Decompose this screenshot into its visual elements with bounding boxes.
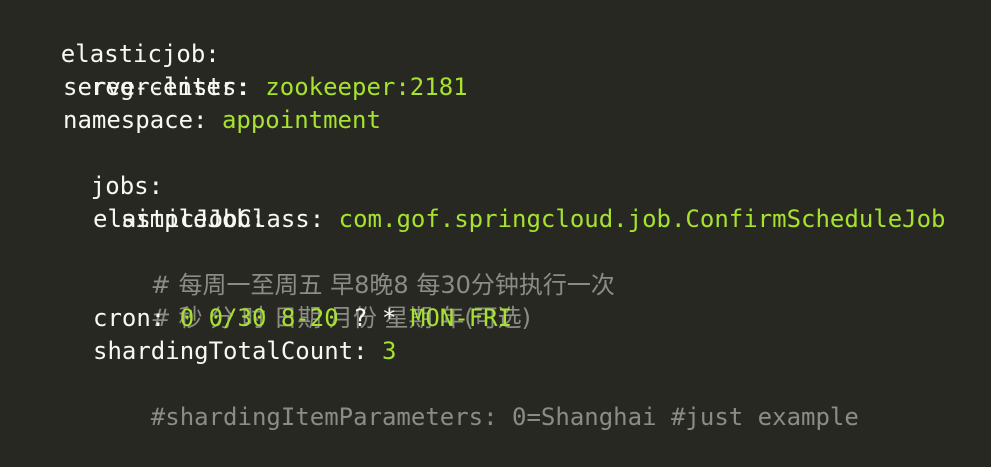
code-line: elasticjob:: [0, 5, 991, 68]
yaml-key: jobs:: [90, 172, 164, 200]
code-line: #shardingItemParameters: 0=Shanghai #jus…: [0, 368, 991, 431]
yaml-value: zookeeper:2181: [265, 73, 468, 101]
yaml-key: cron:: [93, 304, 180, 332]
yaml-comment: #shardingItemParameters: 0=Shanghai #jus…: [150, 403, 859, 431]
code-editor[interactable]: elasticjob: reg-center: server-lists: zo…: [0, 0, 991, 431]
yaml-value: 0 0/30 8-20: [179, 304, 354, 332]
code-line: shardingTotalCount: 3: [0, 335, 991, 368]
yaml-value: MON-FRI: [410, 304, 513, 332]
yaml-value: com.gof.springcloud.job.ConfirmScheduleJ…: [338, 205, 946, 233]
yaml-value: 3: [381, 337, 397, 365]
yaml-key: server-lists:: [63, 73, 266, 101]
code-line: jobs:: [0, 137, 991, 200]
yaml-value: ? *: [353, 304, 411, 332]
yaml-key: shardingTotalCount:: [93, 337, 382, 365]
yaml-comment: # 每周一至周五 早8晚8 每30分钟执行一次: [150, 271, 615, 299]
yaml-key: elasticjob:: [60, 40, 220, 68]
yaml-key: elasticJobClass:: [93, 205, 339, 233]
code-line: # 每周一至周五 早8晚8 每30分钟执行一次: [0, 236, 991, 299]
yaml-value: appointment: [221, 106, 381, 134]
code-line: cron: 0 0/30 8-20 ? * MON-FRI: [0, 302, 991, 335]
yaml-key: namespace:: [63, 106, 222, 134]
code-line: elasticJobClass: com.gof.springcloud.job…: [0, 203, 991, 236]
code-line: namespace: appointment: [0, 104, 991, 137]
code-line: server-lists: zookeeper:2181: [0, 71, 991, 104]
